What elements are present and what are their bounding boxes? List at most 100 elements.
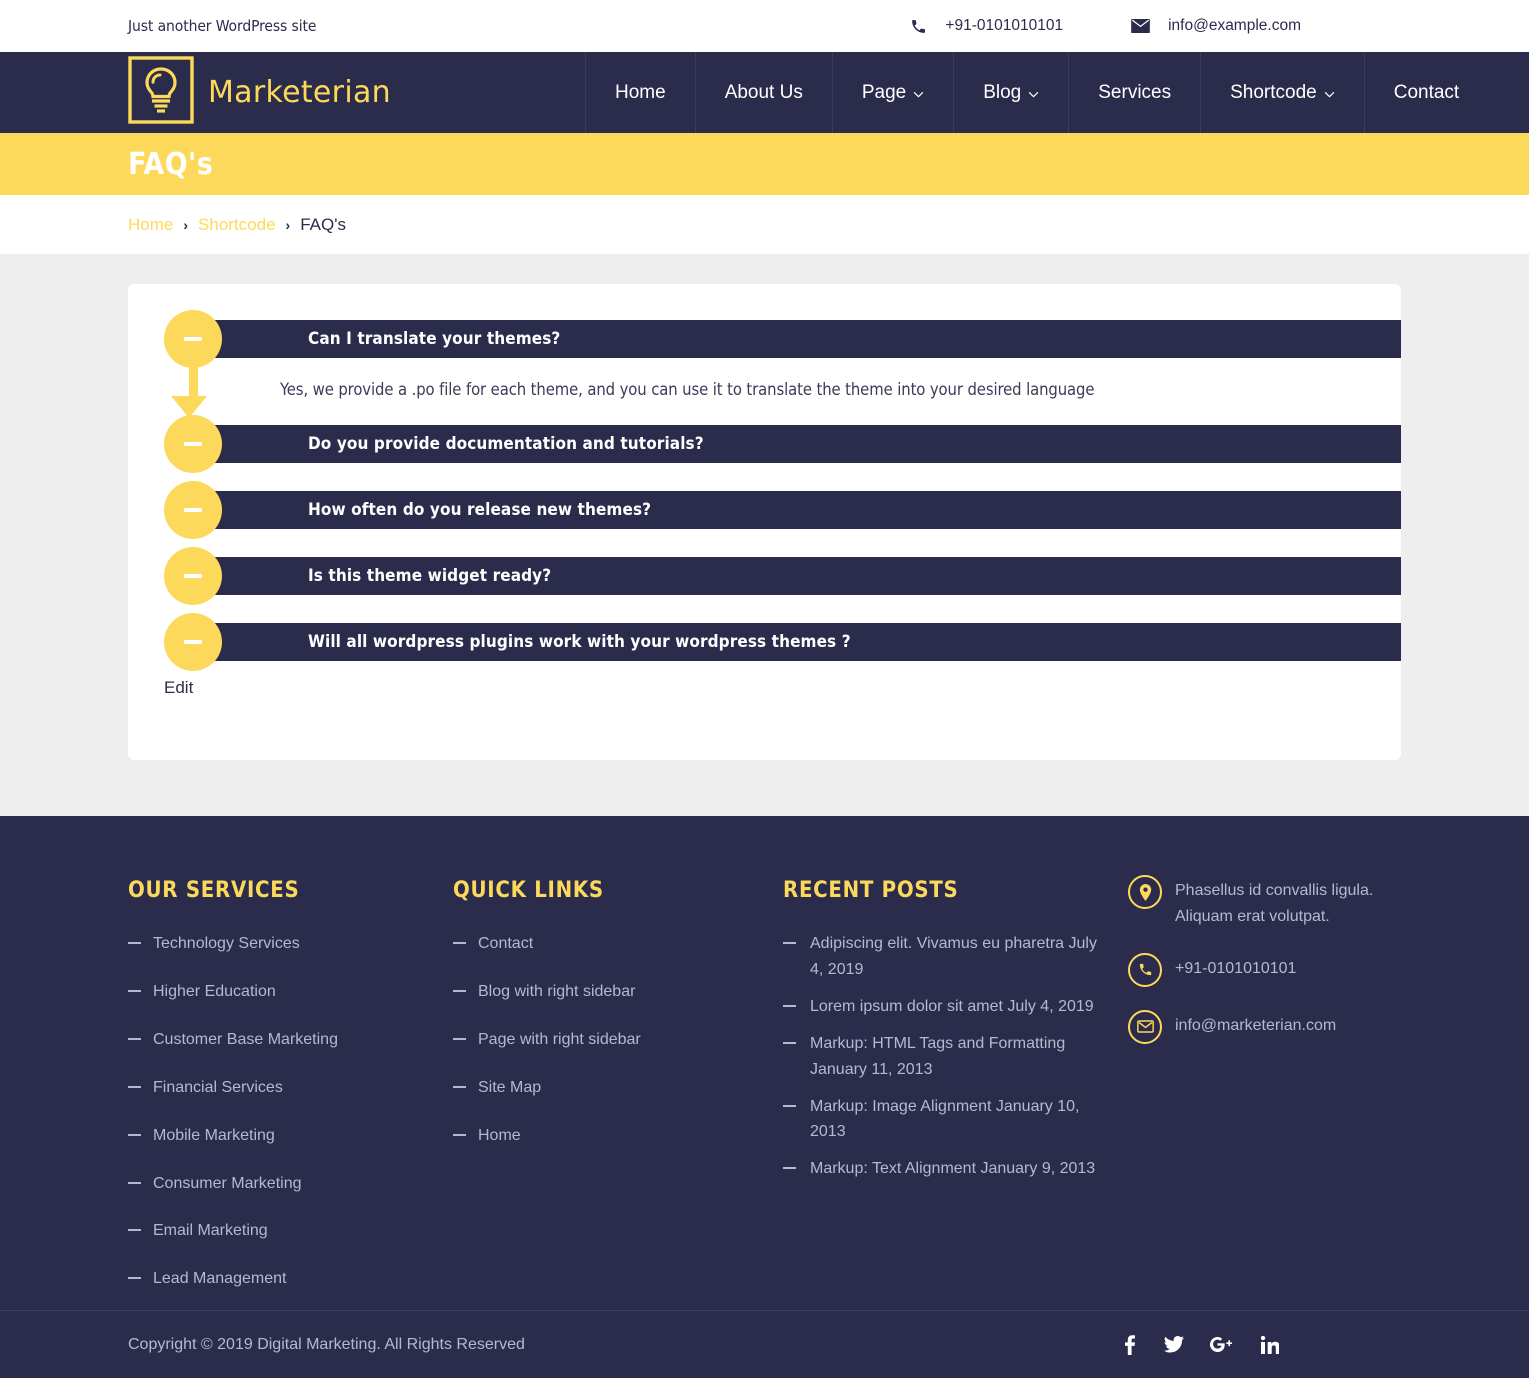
list-item[interactable]: Markup: Text Alignment January 9, 2013 (783, 1156, 1113, 1182)
faq-toggle-button[interactable] (164, 547, 222, 605)
minus-icon (184, 508, 202, 512)
faq-question-bar[interactable]: Is this theme widget ready? (192, 557, 1401, 595)
list-item[interactable]: Contact (453, 931, 783, 957)
topbar-email[interactable]: info@example.com (1131, 17, 1301, 35)
faq-question-bar[interactable]: Will all wordpress plugins work with you… (192, 623, 1401, 661)
footer-services-title: OUR SERVICES (128, 878, 300, 903)
faq-question-bar[interactable]: How often do you release new themes? (192, 491, 1401, 529)
nav-item-blog[interactable]: Blog (953, 52, 1068, 133)
footer-col-services: OUR SERVICES Technology Services Higher … (128, 878, 453, 1314)
footer-columns: OUR SERVICES Technology Services Higher … (128, 875, 1401, 1314)
dash-icon (783, 1004, 796, 1007)
breadcrumb-home[interactable]: Home (128, 215, 173, 235)
footer-phone[interactable]: +91-0101010101 (1128, 952, 1428, 987)
dash-icon (128, 989, 141, 992)
faq-answer: Yes, we provide a .po file for each them… (280, 380, 1095, 399)
list-item-label: Blog with right sidebar (478, 982, 636, 1000)
list-item[interactable]: Mobile Marketing (128, 1123, 453, 1149)
list-item-label: Consumer Marketing (153, 1174, 302, 1192)
footer-email[interactable]: info@marketerian.com (1128, 1009, 1428, 1044)
list-item[interactable]: Adipiscing elit. Vivamus eu pharetra Jul… (783, 931, 1113, 983)
faq-question: Do you provide documentation and tutoria… (308, 434, 704, 454)
list-item[interactable]: Site Map (453, 1075, 783, 1101)
list-item[interactable]: Lead Management (128, 1266, 453, 1292)
dash-icon (453, 1133, 466, 1136)
nav-label: About Us (724, 81, 803, 103)
nav-item-home[interactable]: Home (585, 52, 695, 133)
list-item[interactable]: Home (453, 1123, 783, 1149)
topbar-contact-group: +91-0101010101 info@example.com (910, 17, 1401, 35)
dash-icon (783, 1167, 796, 1170)
faq-item: Do you provide documentation and tutoria… (164, 415, 1401, 473)
nav-item-shortcode[interactable]: Shortcode (1200, 52, 1364, 133)
list-item[interactable]: Technology Services (128, 931, 453, 957)
faq-item: Can I translate your themes? Yes, we pro… (164, 310, 1401, 425)
faq-question-bar[interactable]: Can I translate your themes? (192, 320, 1401, 358)
phone-icon (910, 18, 927, 35)
faq-header[interactable]: Do you provide documentation and tutoria… (164, 415, 1401, 473)
topbar-phone-text: +91-0101010101 (945, 17, 1064, 34)
minus-icon (184, 337, 202, 341)
topbar: Just another WordPress site +91-01010101… (0, 0, 1529, 52)
faq-spacer (164, 595, 1401, 623)
dash-icon (128, 1229, 141, 1232)
list-item[interactable]: Page with right sidebar (453, 1027, 783, 1053)
list-item-label: Site Map (478, 1078, 542, 1096)
list-item-label: Lorem ipsum dolor sit amet July 4, 2019 (810, 997, 1094, 1015)
faq-question-bar[interactable]: Do you provide documentation and tutoria… (192, 425, 1401, 463)
social-links (1119, 1334, 1401, 1356)
breadcrumb-shortcode[interactable]: Shortcode (198, 215, 276, 235)
logo[interactable]: Marketerian (0, 52, 585, 133)
footer-recentposts-title: RECENT POSTS (783, 878, 959, 903)
dash-icon (783, 942, 796, 944)
list-item[interactable]: Markup: HTML Tags and Formatting January… (783, 1031, 1113, 1083)
dash-icon (783, 1041, 796, 1044)
twitter-icon[interactable] (1163, 1334, 1185, 1356)
faq-header[interactable]: Can I translate your themes? (164, 310, 1401, 368)
list-item[interactable]: Consumer Marketing (128, 1171, 453, 1197)
nav-item-about-us[interactable]: About Us (694, 52, 832, 133)
footer-email-text: info@marketerian.com (1175, 1016, 1337, 1034)
google-plus-icon[interactable] (1207, 1334, 1237, 1356)
breadcrumb-current: FAQ's (300, 214, 346, 234)
dash-icon (128, 1181, 141, 1184)
faq-question: Can I translate your themes? (308, 329, 561, 349)
faq-toggle-button[interactable] (164, 310, 222, 368)
list-item[interactable]: Financial Services (128, 1075, 453, 1101)
list-item[interactable]: Blog with right sidebar (453, 979, 783, 1005)
nav-item-contact[interactable]: Contact (1363, 52, 1488, 133)
faq-open-arrow-icon (171, 366, 207, 418)
list-item-label: Financial Services (153, 1078, 283, 1096)
nav-item-page[interactable]: Page (831, 52, 953, 133)
map-pin-icon (1128, 875, 1162, 909)
list-item[interactable]: Email Marketing (128, 1218, 453, 1244)
faq-header[interactable]: Will all wordpress plugins work with you… (164, 613, 1401, 671)
site-header: Marketerian Home About Us Page Blog Serv… (0, 52, 1529, 133)
footer-phone-text: +91-0101010101 (1175, 959, 1297, 977)
nav-item-services[interactable]: Services (1068, 52, 1200, 133)
list-item[interactable]: Lorem ipsum dolor sit amet July 4, 2019 (783, 994, 1113, 1020)
edit-link[interactable]: Edit (128, 678, 1401, 698)
list-item[interactable]: Higher Education (128, 979, 453, 1005)
site-tagline: Just another WordPress site (128, 17, 317, 35)
nav-label: Services (1098, 81, 1172, 103)
faq-question: How often do you release new themes? (308, 500, 652, 520)
faq-header[interactable]: Is this theme widget ready? (164, 547, 1401, 605)
faq-header[interactable]: How often do you release new themes? (164, 481, 1401, 539)
topbar-phone[interactable]: +91-0101010101 (910, 17, 1063, 35)
list-item[interactable]: Markup: Image Alignment January 10, 2013 (783, 1094, 1113, 1146)
faq-toggle-button[interactable] (164, 481, 222, 539)
footer-quicklinks-title: QUICK LINKS (453, 878, 604, 903)
facebook-icon[interactable] (1119, 1334, 1141, 1356)
faq-toggle-button[interactable] (164, 415, 222, 473)
dash-icon (128, 942, 141, 944)
faq-toggle-button[interactable] (164, 613, 222, 671)
dash-icon (453, 942, 466, 944)
main-content: Can I translate your themes? Yes, we pro… (0, 254, 1529, 816)
linkedin-icon[interactable] (1259, 1334, 1281, 1356)
dash-icon (128, 1277, 141, 1280)
list-item-label: Markup: Image Alignment January 10, 2013 (810, 1097, 1080, 1141)
list-item[interactable]: Customer Base Marketing (128, 1027, 453, 1053)
envelope-icon (1131, 19, 1150, 33)
minus-icon (184, 574, 202, 578)
